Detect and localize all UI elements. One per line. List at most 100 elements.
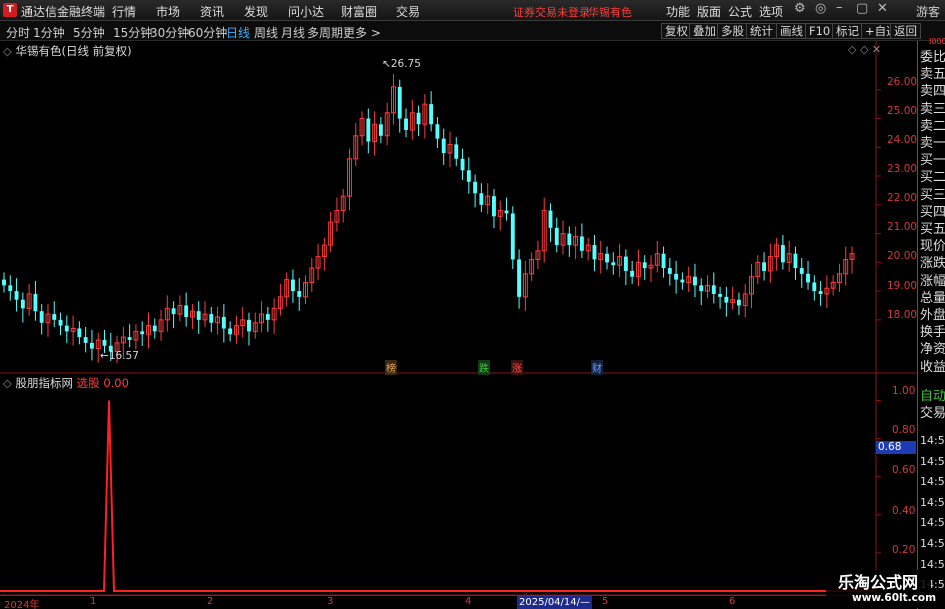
quote-label: 卖四: [920, 84, 945, 100]
low-price-annotation: ←16.57: [100, 350, 139, 362]
menu-wealth[interactable]: 财富圈: [341, 3, 377, 20]
event-marker-rank[interactable]: 榜: [385, 360, 397, 375]
period-daily[interactable]: 日线: [226, 24, 250, 41]
candle-body: [611, 262, 616, 266]
menu-layout[interactable]: 版面: [697, 3, 721, 20]
indicator-tick: 0.80: [892, 424, 916, 436]
candle-body: [58, 319, 63, 326]
indicator-title: ◇ 股朋指标网 选股 0.00: [3, 375, 129, 391]
menu-news[interactable]: 资讯: [200, 3, 224, 20]
period-30min[interactable]: 30分钟: [150, 24, 189, 41]
auto-trade-label[interactable]: 交易: [920, 402, 945, 421]
date-cursor-label: 2025/04/14/—: [517, 596, 593, 609]
date-label: 4: [465, 596, 472, 607]
guest-label[interactable]: 游客: [916, 3, 940, 20]
period-weekly[interactable]: 周线: [254, 24, 278, 41]
chart-settings-icon[interactable]: ◇ ◇ ✕: [848, 43, 881, 56]
trade-time: 14:56: [920, 454, 945, 468]
panel-top-label: I000: [929, 37, 945, 46]
candle-body: [567, 233, 572, 246]
candle-body: [8, 285, 13, 292]
indicator-tick: 0.40: [892, 505, 916, 517]
maximize-icon[interactable]: ▢: [856, 1, 868, 16]
period-intraday[interactable]: 分时: [6, 24, 30, 41]
trade-time: 14:56: [920, 516, 945, 530]
candle-body: [39, 311, 44, 323]
candle-body: [630, 270, 635, 277]
candle-body: [812, 282, 817, 292]
price-chart[interactable]: [0, 41, 917, 609]
candle-body: [378, 124, 383, 136]
trade-time: 14:56: [920, 537, 945, 550]
indicator-value: 0.00: [103, 376, 129, 390]
quote-label: 买四: [920, 204, 945, 220]
indicator-name[interactable]: 股朋指标网: [16, 376, 74, 390]
settings-icon[interactable]: ⚙: [794, 1, 806, 16]
candle-body: [623, 256, 628, 271]
menu-discover[interactable]: 发现: [244, 3, 268, 20]
menu-trade[interactable]: 交易: [396, 3, 420, 20]
quote-label: 现价: [920, 239, 945, 255]
menu-markets[interactable]: 市场: [156, 3, 180, 20]
tool-multi-stock[interactable]: 多股: [717, 23, 748, 39]
candle-body: [83, 337, 88, 343]
quote-label: 买一: [920, 153, 945, 169]
close-icon[interactable]: ✕: [877, 1, 888, 16]
indicator-toggle-icon[interactable]: ◇: [3, 376, 16, 390]
candle-body: [265, 314, 270, 320]
candle-body: [247, 319, 251, 332]
period-5min[interactable]: 5分钟: [73, 24, 105, 41]
menu-formula[interactable]: 公式: [728, 3, 752, 20]
watermark-title: 乐淘公式网: [838, 573, 919, 592]
chart-title: ◇ 华锡有色(日线 前复权): [3, 44, 132, 58]
menu-options[interactable]: 选项: [759, 3, 783, 20]
date-label: 2: [207, 596, 214, 607]
event-marker-fall[interactable]: 跌: [478, 360, 490, 375]
trade-login-notice[interactable]: 证券交易未登录: [513, 4, 590, 20]
period-60min[interactable]: 60分钟: [188, 24, 227, 41]
tool-statistics[interactable]: 统计: [746, 23, 777, 39]
event-marker-finance[interactable]: 财: [591, 360, 603, 375]
event-marker-rise[interactable]: 涨: [511, 360, 523, 375]
indicator-tick: 0.20: [892, 544, 916, 556]
price-tick: 18.00: [887, 309, 918, 321]
quote-label: 收益: [920, 359, 945, 375]
quote-label: 买五: [920, 222, 945, 237]
tool-back[interactable]: 返回: [890, 23, 921, 39]
period-15min[interactable]: 15分钟: [113, 24, 152, 41]
app-logo-icon: T: [3, 3, 17, 17]
indicator-tick: 0.60: [892, 464, 916, 476]
tool-draw-line[interactable]: 画线: [776, 23, 807, 39]
date-label: 1: [90, 596, 97, 607]
candle-body: [2, 279, 6, 286]
candle-body: [184, 305, 189, 317]
skin-icon[interactable]: ◎: [815, 1, 826, 16]
trade-time: 14:56: [920, 495, 945, 509]
price-tick: 26.00: [887, 76, 918, 88]
quote-label: 卖五: [920, 67, 945, 83]
quote-label: 买二: [920, 170, 945, 186]
menu-market-quotes[interactable]: 行情: [112, 3, 136, 20]
candle-body: [780, 245, 785, 263]
menu-ask[interactable]: 问小达: [288, 3, 324, 20]
period-1min[interactable]: 1分钟: [33, 24, 65, 41]
high-price-annotation: ↖26.75: [382, 58, 421, 70]
indicator-label: 选股: [76, 376, 100, 390]
tool-adjust[interactable]: 复权: [661, 23, 692, 39]
tool-mark[interactable]: 标记: [832, 23, 863, 39]
quote-label: 卖三: [920, 101, 945, 117]
candle-body: [454, 144, 459, 159]
period-more[interactable]: 更多 >: [343, 24, 381, 41]
candle-body: [366, 118, 371, 142]
menu-functions[interactable]: 功能: [666, 3, 690, 20]
candle-body: [397, 86, 402, 119]
candle-body: [140, 331, 145, 335]
chevron-down-icon[interactable]: ◇: [3, 44, 16, 58]
tool-f10[interactable]: F10: [805, 23, 835, 39]
candle-body: [642, 262, 647, 269]
period-multi[interactable]: 多周期: [307, 24, 343, 41]
tool-overlay[interactable]: 叠加: [689, 23, 720, 39]
price-tick: 21.00: [887, 221, 918, 233]
period-monthly[interactable]: 月线: [281, 24, 305, 41]
minimize-icon[interactable]: –: [836, 0, 843, 15]
